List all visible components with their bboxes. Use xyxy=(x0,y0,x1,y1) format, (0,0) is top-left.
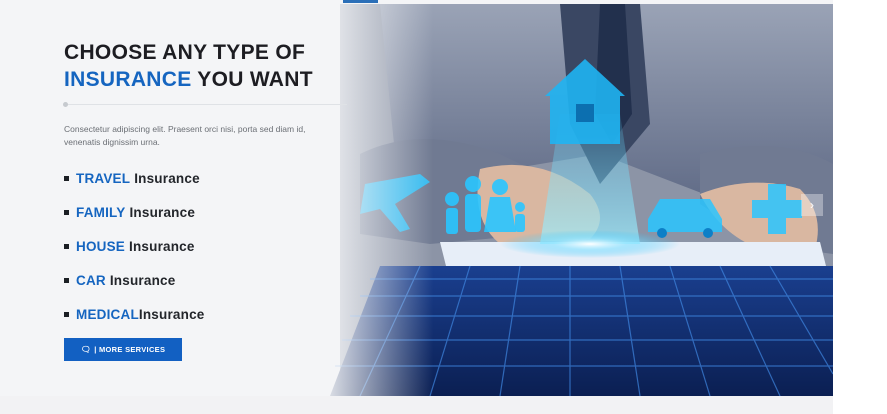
insurance-item-travel: TRAVEL Insurance xyxy=(64,161,204,195)
insurance-item-medical: MEDICAL Insurance xyxy=(64,297,204,331)
hero-description: Consectetur adipiscing elit. Praesent or… xyxy=(64,124,306,147)
insurance-type-label: Insurance xyxy=(129,204,196,220)
insurance-type-name: FAMILY xyxy=(76,204,126,220)
insurance-type-name: TRAVEL xyxy=(76,170,131,186)
page: CHOOSE ANY TYPE OF INSURANCE YOU WANT Co… xyxy=(0,0,887,414)
more-services-button[interactable]: 🗨 | MORE SERVICES xyxy=(64,338,182,361)
headline-line-1: CHOOSE ANY TYPE OF xyxy=(64,41,306,64)
section-divider xyxy=(0,396,833,414)
comments-icon: 🗨 xyxy=(80,345,92,354)
square-bullet-icon xyxy=(64,277,69,283)
hero-headline: CHOOSE ANY TYPE OF INSURANCE YOU WANT xyxy=(64,39,364,93)
more-services-label: | MORE SERVICES xyxy=(94,345,166,354)
insurance-type-name: MEDICAL xyxy=(76,306,139,322)
hero-slide: CHOOSE ANY TYPE OF INSURANCE YOU WANT Co… xyxy=(0,4,833,396)
chevron-right-icon: › xyxy=(810,198,814,212)
insurance-type-name: CAR xyxy=(76,272,106,288)
headline-highlight: INSURANCE xyxy=(64,68,192,91)
square-bullet-icon xyxy=(64,175,69,181)
insurance-item-house: HOUSE Insurance xyxy=(64,229,204,263)
headline-rest: YOU WANT xyxy=(191,68,313,91)
page-gutter xyxy=(833,0,887,414)
title-divider xyxy=(64,104,347,105)
slider-next-button[interactable]: › xyxy=(801,194,823,216)
insurance-type-name: HOUSE xyxy=(76,238,126,254)
insurance-type-label: Insurance xyxy=(129,238,195,254)
insurance-item-car: CAR Insurance xyxy=(64,263,204,297)
insurance-type-label: Insurance xyxy=(109,272,176,288)
square-bullet-icon xyxy=(64,311,69,317)
active-nav-indicator xyxy=(343,0,378,3)
title-divider-dot xyxy=(63,102,68,107)
square-bullet-icon xyxy=(64,209,69,215)
insurance-type-list: TRAVEL Insurance FAMILY Insurance HOUSE Insur… xyxy=(64,161,204,331)
insurance-type-label: Insurance xyxy=(138,306,205,322)
insurance-item-family: FAMILY Insurance xyxy=(64,195,204,229)
square-bullet-icon xyxy=(64,243,69,249)
insurance-type-label: Insurance xyxy=(134,170,200,186)
